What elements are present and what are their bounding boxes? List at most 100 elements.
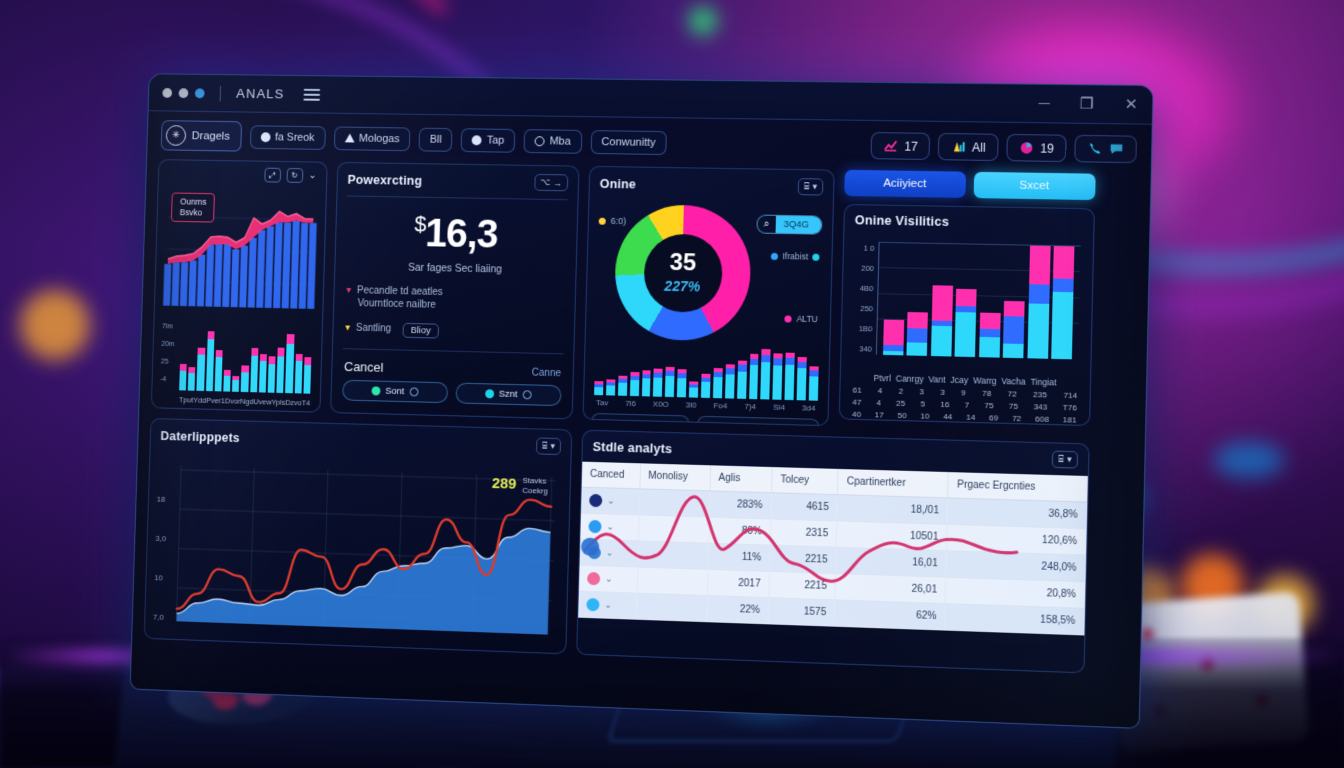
kpi-divider-2: [342, 348, 564, 355]
kpi-footer-left[interactable]: Cancel: [344, 359, 384, 375]
nav-item-4[interactable]: Mba: [523, 128, 582, 154]
nav-label-5: Conwunitty: [601, 135, 656, 149]
nav-item-2[interactable]: Bll: [418, 127, 453, 152]
kpi-button-1[interactable]: Sznt: [454, 382, 562, 407]
table-body: ⌄ 283% 4615 18,/01 36,8% ⌄ 80% 2315 10501 120,6% ⌄…: [578, 487, 1087, 635]
combo-card: ⤢ ↻ ⌄ Ounms Bsvko 7lm 20m 25 -4 Tput Ydd Pver…: [150, 159, 328, 413]
visibility-bar: [954, 244, 978, 358]
table-column-header[interactable]: Canced: [581, 461, 641, 489]
trend-card-tool-button[interactable]: ⌸ ▾: [535, 437, 562, 456]
table-column-header[interactable]: Tolcey: [771, 467, 839, 495]
visibilities-bar-chart[interactable]: 1 0 200 4B0 250 1B0 340: [849, 237, 1085, 376]
table-cell-indicator: ⌄: [580, 513, 639, 541]
mini-bar: [594, 380, 604, 396]
data-grid-cell: 608: [1035, 414, 1050, 424]
table-card: Stdle analyts ⌸ ▾ Canced Monolisy Aglis Tol…: [576, 429, 1090, 674]
kpi-row-text-2: Santling: [355, 322, 392, 335]
search-box[interactable]: ⌕ 3Q4G: [756, 214, 823, 235]
kpi-card-tool-button[interactable]: ⌥ →: [533, 173, 569, 192]
y-tick-label: 340: [859, 344, 873, 354]
traffic-light-1[interactable]: [162, 87, 173, 98]
combo-bar: [187, 367, 196, 391]
x-tick-label: Warrg: [973, 375, 997, 386]
chevron-down-icon-row[interactable]: ⌄: [605, 573, 613, 583]
combo-bar-chart[interactable]: 7lm 20m 25 -4 Tput Ydd Pver 1 Dvor Ngd Uvew Ypls Dz…: [160, 317, 315, 408]
nav-item-3[interactable]: Tap: [461, 127, 516, 153]
x-tick-label: Ptvrl: [873, 372, 892, 384]
mini-axis-label: 7l6: [625, 398, 636, 409]
visibilities-card: Onine Visilitics 1 0 200 4B0 250 1B0 340 Ptvr…: [838, 203, 1095, 427]
stat-chip-3[interactable]: [1074, 134, 1137, 164]
maximize-icon[interactable]: ❐: [1079, 95, 1093, 112]
table-card-tool-button[interactable]: ⌸ ▾: [1051, 450, 1079, 469]
chevron-down-icon-row[interactable]: ⌄: [604, 600, 612, 610]
mini-bar: [772, 353, 783, 400]
visibilities-data-grid: 61 4 2 3 3 9 78 72 235 714 47 4 25 5 16 7 75 75 343 T76 40 17…: [840, 382, 1090, 426]
data-grid-cell: 69: [988, 413, 999, 423]
mini-bar: [641, 369, 652, 397]
stat-chip-2[interactable]: 19: [1005, 133, 1067, 163]
secondary-action-button[interactable]: Sxcet: [973, 171, 1096, 201]
pink-chart-icon: [883, 138, 899, 153]
app-window: ANALS — ❐ ✕ ✳ Dragels fa Sreok Mologas B…: [129, 73, 1154, 729]
chevron-down-icon-row[interactable]: ⌄: [607, 495, 615, 505]
primary-action-button[interactable]: Aciiyiect: [844, 169, 966, 198]
nav-item-0[interactable]: fa Sreok: [249, 124, 326, 150]
table-column-header[interactable]: Aglis: [709, 465, 773, 493]
nav-item-5[interactable]: Conwunitty: [590, 129, 667, 155]
mini-bar: [808, 365, 819, 401]
stat-chip-1[interactable]: All: [937, 132, 999, 162]
search-input[interactable]: 3Q4G: [775, 215, 822, 234]
status-dot-cyan: [484, 389, 494, 399]
kpi-button-0[interactable]: Sont: [342, 379, 448, 404]
online-card-tool-button[interactable]: ⌸ ▾: [797, 178, 824, 196]
mini-bar: [665, 367, 675, 398]
minimize-icon[interactable]: —: [1038, 97, 1049, 109]
brand-button[interactable]: ✳ Dragels: [160, 120, 242, 152]
chevron-down-icon-row[interactable]: ⌄: [606, 521, 614, 531]
shield-icon: [471, 134, 483, 145]
expand-icon[interactable]: ⤢: [263, 167, 281, 183]
refresh-icon[interactable]: ↻: [286, 167, 303, 183]
chevron-down-icon-combo[interactable]: ⌄: [308, 170, 316, 181]
window-traffic-lights[interactable]: [162, 87, 205, 98]
combo-x-tick: Ngd: [240, 396, 254, 407]
nav-item-1[interactable]: Mologas: [333, 125, 411, 151]
combo-bar: [249, 348, 259, 393]
kpi-tag[interactable]: Blioy: [402, 322, 439, 339]
hamburger-icon[interactable]: [303, 88, 321, 101]
data-grid-cell: 17: [874, 410, 884, 420]
donut-ring[interactable]: 35 227%: [613, 204, 753, 342]
combo-x-tick: T4: [301, 398, 311, 408]
stat-chip-0[interactable]: 17: [870, 132, 931, 161]
table-column-header[interactable]: Cpartinertker: [837, 468, 949, 498]
online-tool-icon: ⌸: [803, 181, 810, 192]
table-cell: 283%: [708, 490, 772, 519]
table-column-header[interactable]: Monolisy: [639, 463, 711, 491]
online-card: Onine ⌸ ▾ 6:0) ⌕ 3Q4G Ifrabist ALTU 35 2…: [582, 165, 835, 427]
mini-1-l1-left: G9LT: [706, 422, 731, 426]
online-mini-card-0[interactable]: S806 7 1 U SEO 81L69%: [590, 412, 690, 427]
mini-bar: [760, 349, 771, 400]
row-color-dot: [586, 597, 600, 612]
online-mini-card-1[interactable]: G9LT FALLITS 85 ALO: [696, 415, 820, 427]
mini-bar: [617, 375, 628, 396]
visibilities-column: Aciiyiect Sxcet Onine Visilitics 1 0 200 4…: [838, 169, 1096, 433]
trend-chart-area[interactable]: 18 3,0 10 7,0 289 Stavks Coekrg: [151, 452, 565, 650]
chevron-down-icon-table: ▾: [1066, 453, 1072, 465]
chevron-down-icon-row[interactable]: ⌄: [606, 547, 614, 557]
traffic-light-3[interactable]: [194, 87, 205, 98]
data-grid-cell: 2: [898, 386, 904, 396]
traffic-light-2[interactable]: [178, 87, 189, 98]
combo-area-chart[interactable]: Ounms Bsvko: [162, 185, 318, 317]
magenta-pie-icon: [1020, 142, 1033, 154]
mini-bar: [712, 368, 723, 399]
online-mini-bar-chart[interactable]: [584, 347, 829, 401]
kpi-subtitle: Sar fages Sec liaiing: [407, 261, 503, 276]
combo-bar: [267, 356, 276, 393]
mini-0-l1-right: 7 1 U: [653, 421, 680, 427]
green-light-bokeh: [690, 8, 716, 34]
kpi-footer-right[interactable]: Canne: [532, 368, 561, 380]
close-icon[interactable]: ✕: [1124, 96, 1137, 113]
table-column-header[interactable]: Prgaec Ergcnties: [948, 472, 1088, 503]
